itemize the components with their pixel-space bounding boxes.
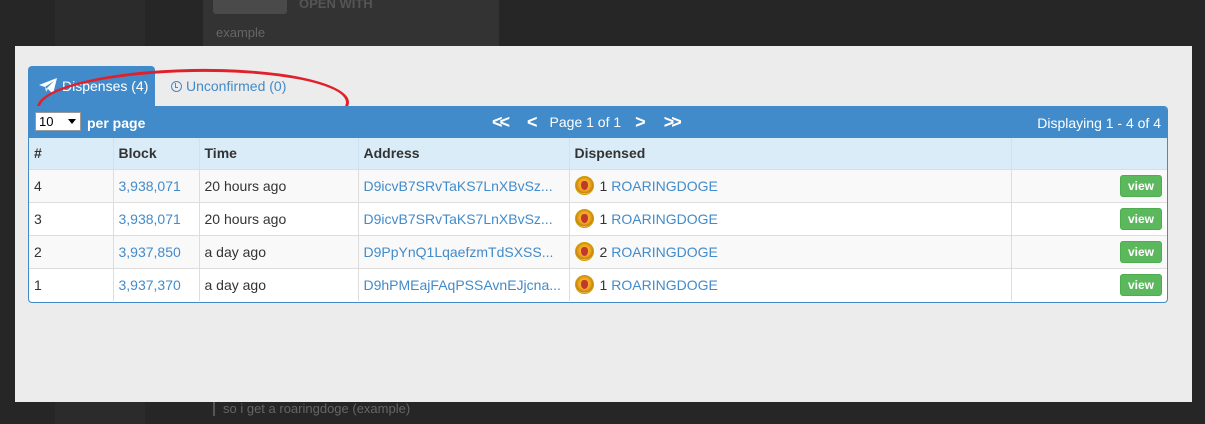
table-row: 3 3,938,071 20 hours ago D9icvB7SRvTaKS7… xyxy=(29,201,1167,235)
last-page-button[interactable]: >> xyxy=(664,113,682,131)
per-page-value: 10 xyxy=(39,114,54,129)
pagination: << < Page 1 of 1 > >> xyxy=(492,113,682,131)
asset-link[interactable]: ROARINGDOGE xyxy=(611,244,718,260)
background-open-with: OPEN WITH xyxy=(299,0,373,11)
table-toolbar: 10 per page << < Page 1 of 1 > >> Displa… xyxy=(29,107,1167,138)
asset-link[interactable]: ROARINGDOGE xyxy=(611,211,718,227)
first-page-button[interactable]: << xyxy=(492,113,510,131)
table-header-row: # Block Time Address Dispensed xyxy=(29,138,1167,169)
address-link[interactable]: D9PpYnQ1LqaefzmTdSXSS... xyxy=(364,244,554,260)
row-time: 20 hours ago xyxy=(199,201,359,235)
dispensed-qty: 1 xyxy=(599,276,608,293)
view-button[interactable]: view xyxy=(1119,240,1162,263)
background-panel: OPEN WITH example xyxy=(203,0,499,46)
prev-page-button[interactable]: < xyxy=(527,113,538,131)
row-number: 3 xyxy=(29,201,114,235)
roaringdoge-token-icon xyxy=(574,242,594,261)
dispensed-qty: 1 xyxy=(599,210,608,227)
view-button[interactable]: view xyxy=(1119,174,1162,197)
dispenses-table-panel: 10 per page << < Page 1 of 1 > >> Displa… xyxy=(28,106,1168,303)
address-link[interactable]: D9icvB7SRvTaKS7LnXBvSz... xyxy=(364,211,553,227)
row-time: 20 hours ago xyxy=(199,168,359,202)
block-link[interactable]: 3,937,370 xyxy=(119,277,181,293)
roaringdoge-token-icon xyxy=(574,176,594,195)
dispenses-dialog: Dispenses (4) Unconfirmed (0) 10 per pag… xyxy=(15,46,1192,402)
chevron-down-icon xyxy=(68,119,76,124)
dispensed-qty: 1 xyxy=(599,177,608,194)
address-link[interactable]: D9icvB7SRvTaKS7LnXBvSz... xyxy=(364,178,553,194)
address-link[interactable]: D9hPMEajFAqPSSAvnEJjcna... xyxy=(364,277,561,293)
roaringdoge-token-icon xyxy=(574,275,594,295)
block-link[interactable]: 3,938,071 xyxy=(119,211,181,227)
row-time: a day ago xyxy=(199,267,359,301)
row-number: 1 xyxy=(29,267,114,301)
view-button[interactable]: view xyxy=(1119,273,1162,296)
table-row: 2 3,937,850 a day ago D9PpYnQ1LqaefzmTdS… xyxy=(29,234,1167,268)
roaringdoge-token-icon xyxy=(574,209,594,228)
header-number[interactable]: # xyxy=(29,138,114,169)
background-bottom-text: so i get a roaringdoge (example) xyxy=(213,401,410,416)
view-button[interactable]: view xyxy=(1119,207,1162,230)
header-address[interactable]: Address xyxy=(358,138,570,169)
table-row: 1 3,937,370 a day ago D9hPMEajFAqPSSAvnE… xyxy=(29,267,1167,301)
background-button xyxy=(213,0,287,14)
block-link[interactable]: 3,938,071 xyxy=(119,178,181,194)
block-link[interactable]: 3,937,850 xyxy=(119,244,181,260)
table-row: 4 3,938,071 20 hours ago D9icvB7SRvTaKS7… xyxy=(29,168,1167,202)
dispenses-table: # Block Time Address Dispensed 4 3,938,0… xyxy=(29,138,1167,301)
row-number: 2 xyxy=(29,234,114,268)
displaying-count: Displaying 1 - 4 of 4 xyxy=(1037,115,1161,131)
dispensed-qty: 2 xyxy=(599,243,608,260)
next-page-button[interactable]: > xyxy=(635,113,646,131)
row-time: a day ago xyxy=(199,234,359,268)
header-time[interactable]: Time xyxy=(199,138,359,169)
asset-link[interactable]: ROARINGDOGE xyxy=(611,178,718,194)
row-number: 4 xyxy=(29,168,114,202)
per-page-select[interactable]: 10 xyxy=(35,112,81,131)
background-example: example xyxy=(216,25,266,40)
per-page-label: per page xyxy=(87,115,146,131)
asset-link[interactable]: ROARINGDOGE xyxy=(611,277,718,293)
header-dispensed[interactable]: Dispensed xyxy=(569,138,1012,169)
header-actions xyxy=(1011,138,1167,169)
page-info: Page 1 of 1 xyxy=(549,114,622,130)
header-block[interactable]: Block xyxy=(113,138,200,169)
